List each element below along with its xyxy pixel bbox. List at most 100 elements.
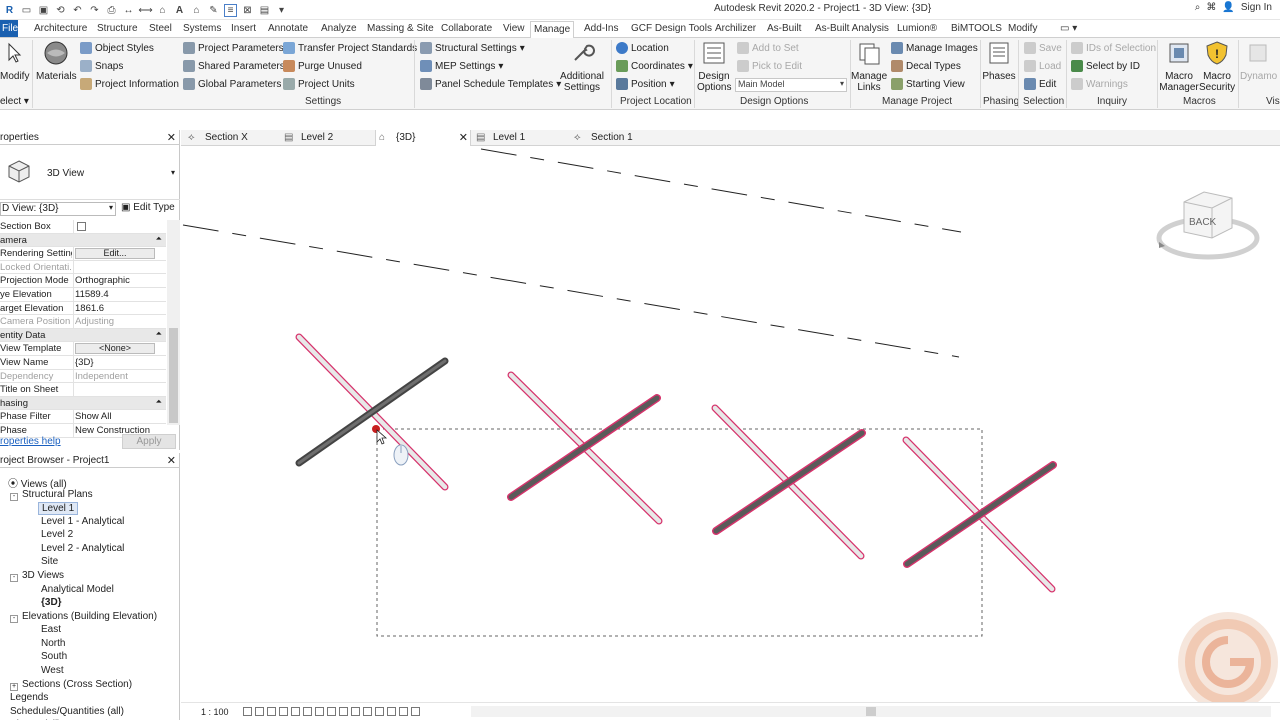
tab-gcf-design-tools[interactable]: GCF Design Tools [631, 23, 712, 34]
property-row[interactable]: Projection Mode Orthographic [0, 274, 166, 288]
manage-images-button[interactable]: Manage Images [891, 40, 978, 56]
tab-manage[interactable]: Manage [530, 21, 575, 39]
property-value[interactable]: {3D} [75, 357, 157, 368]
infocenter-icon[interactable]: ⌘ [1206, 2, 1216, 13]
browser-node[interactable]: Level 2 - Analytical [41, 543, 124, 554]
undo-icon[interactable]: ↶ [71, 4, 84, 17]
tab-collaborate[interactable]: Collaborate [441, 23, 492, 34]
browser-node[interactable]: Site [41, 556, 58, 567]
browser-node[interactable]: {3D} [41, 597, 62, 608]
show-crop-icon[interactable] [315, 707, 324, 716]
print-icon[interactable]: ⎙ [105, 4, 118, 17]
coordinates-button[interactable]: Coordinates ▾ [616, 58, 693, 74]
view-cube-face-label[interactable]: BACK [1189, 217, 1217, 228]
ids-of-selection-button[interactable]: IDs of Selection [1071, 40, 1156, 56]
close-hidden-icon[interactable]: ⊠ [241, 4, 254, 17]
reveal-hidden-icon[interactable] [351, 707, 360, 716]
browser-node[interactable]: Legends [10, 692, 48, 703]
location-button[interactable]: Location [616, 40, 669, 56]
rendering-icon[interactable] [291, 707, 300, 716]
snaps-button[interactable]: Snaps [80, 58, 123, 74]
property-value[interactable]: Show All [75, 411, 157, 422]
property-row[interactable]: Rendering SettingsEdit... [0, 247, 166, 261]
revit-logo-icon[interactable]: R [3, 4, 16, 17]
property-group-header[interactable]: amera ⏶ [0, 233, 166, 248]
highlight-displacement-icon[interactable] [399, 707, 408, 716]
text-icon[interactable]: A [173, 4, 186, 17]
collapse-icon[interactable]: ⏶ [156, 234, 162, 244]
tab-modify[interactable]: Modify [1008, 23, 1037, 34]
project-information-button[interactable]: Project Information [80, 76, 179, 92]
expand-icon[interactable]: + [10, 683, 18, 691]
view-cube[interactable]: BACK [1156, 190, 1264, 265]
brace-pair-1[interactable] [295, 333, 449, 491]
detail-level-icon[interactable] [243, 707, 252, 716]
property-row[interactable]: arget Elevation 1861.6 [0, 301, 166, 316]
load-selection-button[interactable]: Load [1024, 58, 1061, 74]
view-tab-3d[interactable]: ⌂ {3D} ✕ [375, 130, 471, 146]
visual-style-icon[interactable] [255, 707, 264, 716]
search-icon[interactable]: ⌕ [1195, 2, 1201, 13]
collapse-icon[interactable]: ⏶ [156, 397, 162, 407]
tab-analyze[interactable]: Analyze [321, 23, 357, 34]
brace-pair-3[interactable] [711, 404, 866, 560]
view-scale[interactable]: 1 : 100 [201, 707, 229, 717]
temporary-hide-icon[interactable] [339, 707, 348, 716]
warnings-button[interactable]: Warnings [1071, 76, 1128, 92]
browser-node[interactable]: North [41, 638, 65, 649]
tab-architecture[interactable]: Architecture [34, 23, 87, 34]
transfer-project-standards-button[interactable]: Transfer Project Standards [283, 40, 417, 56]
property-value[interactable]: 11589.4 [75, 289, 157, 300]
tab-structure[interactable]: Structure [97, 23, 138, 34]
browser-node[interactable]: -3D Views [10, 570, 64, 582]
save-icon[interactable]: ▣ [37, 4, 50, 17]
redo-icon[interactable]: ↷ [88, 4, 101, 17]
tab-view[interactable]: View [503, 23, 525, 34]
property-group-header[interactable]: hasing ⏶ [0, 396, 166, 411]
properties-scrollbar[interactable] [167, 220, 180, 425]
design-options-button[interactable]: Design Options [697, 40, 731, 93]
sync-icon[interactable]: ⟲ [54, 4, 67, 17]
browser-node[interactable]: Level 1 [38, 502, 79, 515]
tab-file[interactable]: File [0, 20, 18, 37]
property-row[interactable]: Phase Filter Show All [0, 410, 166, 424]
view-tab-section-1[interactable]: ⟡ Section 1 [571, 130, 665, 146]
panel-schedule-templates-button[interactable]: Panel Schedule Templates ▾ [420, 76, 561, 92]
global-parameters-button[interactable]: Global Parameters [183, 76, 281, 92]
browser-node[interactable]: Level 2 [41, 529, 73, 540]
object-styles-button[interactable]: Object Styles [80, 40, 154, 56]
scrollbar-thumb[interactable] [169, 328, 178, 423]
tab-as-built[interactable]: As-Built [767, 23, 801, 34]
materials-button[interactable]: Materials [36, 40, 77, 82]
switch-windows-icon[interactable]: ▤ [258, 4, 271, 17]
modify-button[interactable]: Modify [0, 40, 29, 82]
customize-qat-icon[interactable]: ▾ [275, 4, 288, 17]
select-by-id-button[interactable]: Select by ID [1071, 58, 1140, 74]
property-row[interactable]: ye Elevation 11589.4 [0, 288, 166, 302]
add-to-set-button[interactable]: Add to Set [737, 40, 799, 56]
dimension-icon[interactable]: ⟷ [138, 4, 152, 17]
browser-node[interactable]: East [41, 624, 61, 635]
save-selection-button[interactable]: Save [1024, 40, 1062, 56]
browser-node[interactable]: South [41, 651, 67, 662]
temporary-view-properties-icon[interactable] [363, 707, 372, 716]
measure-icon[interactable]: ↔ [122, 4, 135, 17]
browser-node[interactable]: + Sections (Cross Section) [10, 679, 132, 691]
browser-node[interactable]: - Structural Plans [10, 489, 93, 501]
properties-help-link[interactable]: roperties help [0, 436, 61, 447]
close-icon[interactable]: ✕ [459, 131, 468, 144]
brace-pair-2[interactable] [507, 371, 663, 525]
lock-3d-view-icon[interactable] [327, 707, 336, 716]
view-tab-section-x[interactable]: ⟡ Section X [185, 130, 279, 146]
macro-security-button[interactable]: ! Macro Security [1199, 40, 1235, 93]
scrollbar-thumb[interactable] [866, 707, 876, 716]
collapse-icon[interactable]: - [10, 574, 18, 582]
dynamo-button[interactable]: Dynamo [1240, 40, 1277, 82]
property-value[interactable]: Orthographic [75, 275, 157, 286]
view-cube-body[interactable] [1183, 191, 1233, 239]
decal-types-button[interactable]: Decal Types [891, 58, 961, 74]
default-3d-view-icon[interactable]: ⌂ [190, 4, 203, 17]
tab-systems[interactable]: Systems [183, 23, 221, 34]
project-units-button[interactable]: Project Units [283, 76, 355, 92]
collapse-icon[interactable]: ⏶ [156, 329, 162, 339]
